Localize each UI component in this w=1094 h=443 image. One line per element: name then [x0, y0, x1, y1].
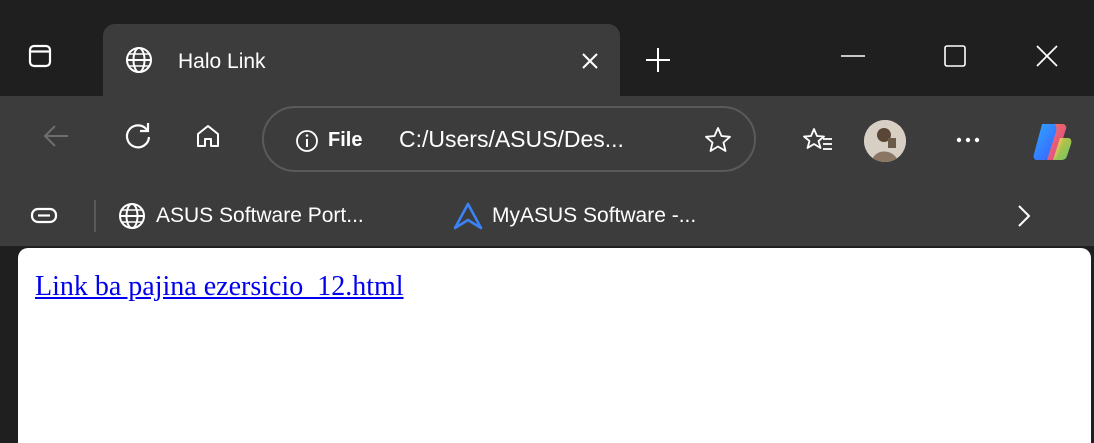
- favorites-list-icon: [802, 125, 834, 155]
- tab-groups-button[interactable]: [26, 198, 62, 234]
- tab-title: Halo Link: [178, 50, 266, 73]
- ellipsis-icon: [955, 136, 981, 144]
- back-button[interactable]: [32, 112, 80, 160]
- maximize-button[interactable]: [920, 26, 990, 86]
- scheme-label: File: [328, 129, 363, 151]
- star-icon[interactable]: [700, 122, 736, 158]
- bookmark-asus-software-portal[interactable]: ASUS Software Port...: [116, 194, 364, 238]
- bookmark-myasus-software[interactable]: MyASUS Software -...: [452, 194, 696, 238]
- refresh-button[interactable]: [114, 112, 162, 160]
- back-arrow-icon: [41, 121, 71, 151]
- browser-window: Halo Link File C:/Users/ASUS/Des... ASUS…: [0, 0, 1094, 443]
- globe-icon: [116, 200, 148, 232]
- favorites-bar: ASUS Software Port... MyASUS Software -.…: [0, 186, 1094, 246]
- address-bar[interactable]: File C:/Users/ASUS/Des...: [262, 106, 756, 172]
- bookmark-label: ASUS Software Port...: [156, 204, 364, 227]
- close-icon: [580, 51, 600, 71]
- active-tab[interactable]: Halo Link: [103, 24, 620, 96]
- globe-icon: [121, 42, 157, 78]
- window-close-button[interactable]: [1012, 26, 1082, 86]
- navigation-toolbar: File C:/Users/ASUS/Des...: [0, 96, 1094, 186]
- favorites-button[interactable]: [794, 116, 842, 164]
- new-tab-button[interactable]: [636, 38, 680, 82]
- bookmarks-separator: [94, 200, 96, 232]
- bookmark-label: MyASUS Software -...: [492, 204, 697, 227]
- minimize-icon: [841, 54, 865, 58]
- page-content: Link ba pajina ezersicio_12.html: [18, 248, 1091, 443]
- home-icon: [194, 122, 222, 150]
- profile-avatar[interactable]: [864, 120, 906, 162]
- info-icon[interactable]: [294, 128, 320, 154]
- plus-icon: [644, 46, 672, 74]
- maximize-icon: [944, 45, 966, 67]
- more-options-button[interactable]: [944, 116, 992, 164]
- tab-actions-button[interactable]: [22, 38, 58, 74]
- workspaces-icon: [30, 204, 58, 228]
- minimize-button[interactable]: [818, 26, 888, 86]
- more-bookmarks-button[interactable]: [1006, 198, 1042, 234]
- title-bar: Halo Link: [0, 0, 1094, 96]
- copilot-icon[interactable]: [1028, 118, 1076, 166]
- refresh-icon: [123, 121, 153, 151]
- url-text[interactable]: C:/Users/ASUS/Des...: [399, 124, 624, 154]
- home-button[interactable]: [184, 112, 232, 160]
- page-link[interactable]: Link ba pajina ezersicio_12.html: [35, 270, 404, 304]
- close-icon: [1035, 44, 1059, 68]
- myasus-logo-icon: [452, 200, 484, 232]
- tab-close-button[interactable]: [571, 42, 609, 80]
- chevron-right-icon: [1016, 203, 1032, 229]
- tab-actions-icon: [27, 43, 53, 69]
